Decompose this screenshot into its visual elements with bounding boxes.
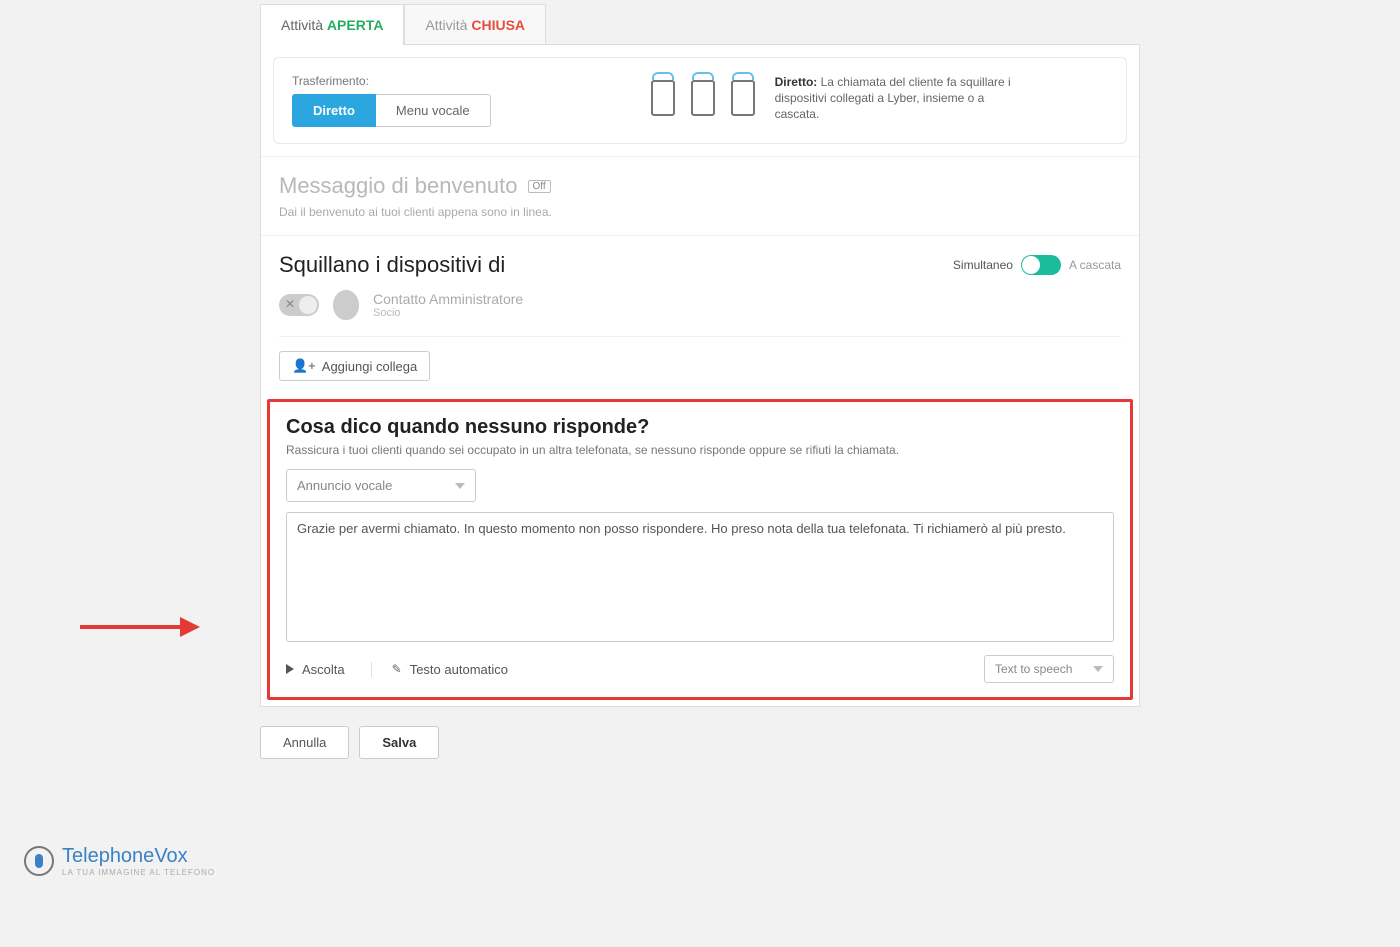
play-icon — [286, 664, 294, 674]
auto-text-label: Testo automatico — [410, 662, 508, 677]
brand-tagline: LA TUA IMMAGINE AL TELEFONO — [62, 868, 215, 877]
avatar-icon — [333, 290, 359, 320]
activity-tabs: Attività APERTA Attività CHIUSA — [260, 4, 1140, 45]
transfer-direct-button[interactable]: Diretto — [292, 94, 376, 127]
add-colleague-button[interactable]: 👤+ Aggiungi collega — [279, 351, 430, 381]
tab-open-prefix: Attività — [281, 17, 327, 33]
user-plus-icon: 👤+ — [292, 358, 316, 374]
ring-mode-switch[interactable] — [1021, 255, 1061, 275]
callout-arrow — [80, 620, 200, 634]
transfer-menu-button[interactable]: Menu vocale — [376, 94, 491, 127]
mode-cascade-label: A cascata — [1069, 258, 1121, 272]
no-answer-highlight-box: Cosa dico quando nessuno risponde? Rassi… — [267, 399, 1133, 700]
listen-button[interactable]: Ascolta — [286, 662, 345, 677]
ring-mode-toggle: Simultaneo A cascata — [953, 255, 1121, 275]
announcement-text-input[interactable] — [286, 512, 1114, 642]
brand-name-b: Vox — [154, 845, 187, 867]
tab-closed-prefix: Attività — [425, 17, 471, 33]
main-panel: Trasferimento: Diretto Menu vocale Diret… — [260, 44, 1140, 707]
transfer-label: Trasferimento: — [292, 74, 491, 88]
tab-open[interactable]: Attività APERTA — [260, 4, 404, 45]
phone-icon — [731, 80, 755, 116]
microphone-icon — [24, 846, 54, 876]
brand-logo: TelephoneVox LA TUA IMMAGINE AL TELEFONO — [24, 845, 215, 877]
welcome-off-badge[interactable]: Off — [528, 180, 551, 193]
welcome-subtitle: Dai il benvenuto ai tuoi clienti appena … — [279, 205, 1121, 219]
transfer-panel: Trasferimento: Diretto Menu vocale Diret… — [273, 57, 1127, 144]
no-answer-section: Cosa dico quando nessuno risponde? Rassi… — [270, 402, 1130, 697]
phones-icon — [651, 80, 755, 116]
phone-icon — [691, 80, 715, 116]
phone-icon — [651, 80, 675, 116]
contact-name: Contatto Amministratore — [373, 291, 523, 307]
transfer-segmented: Diretto Menu vocale — [292, 94, 491, 127]
footer-actions: Annulla Salva — [260, 726, 1140, 759]
contact-row: Contatto Amministratore Socio — [279, 278, 1121, 337]
mode-simultaneous-label: Simultaneo — [953, 258, 1013, 272]
welcome-section: Messaggio di benvenuto Off Dai il benven… — [261, 156, 1139, 235]
contact-toggle[interactable] — [279, 294, 319, 316]
chevron-down-icon — [455, 483, 465, 489]
tab-closed-status: CHIUSA — [471, 17, 525, 33]
welcome-title: Messaggio di benvenuto — [279, 173, 518, 199]
pencil-icon: ✎ — [392, 662, 402, 676]
add-colleague-label: Aggiungi collega — [322, 359, 417, 374]
cancel-button[interactable]: Annulla — [260, 726, 349, 759]
tab-closed[interactable]: Attività CHIUSA — [404, 4, 546, 45]
ring-section: Squillano i dispositivi di Simultaneo A … — [261, 235, 1139, 397]
tab-open-status: APERTA — [327, 17, 384, 33]
announcement-type-select[interactable]: Annuncio vocale — [286, 469, 476, 502]
auto-text-button[interactable]: ✎ Testo automatico — [371, 662, 508, 677]
no-answer-title: Cosa dico quando nessuno risponde? — [286, 416, 1114, 439]
chevron-down-icon — [1093, 666, 1103, 672]
listen-label: Ascolta — [302, 662, 345, 677]
tts-select-value: Text to speech — [995, 662, 1072, 676]
brand-name-a: Telephone — [62, 845, 154, 867]
transfer-desc-bold: Diretto: — [775, 75, 818, 89]
ring-title: Squillano i dispositivi di — [279, 252, 505, 278]
no-answer-subtitle: Rassicura i tuoi clienti quando sei occu… — [286, 443, 1114, 457]
contact-role: Socio — [373, 307, 523, 319]
save-button[interactable]: Salva — [359, 726, 439, 759]
announcement-type-value: Annuncio vocale — [297, 478, 392, 493]
transfer-description: Diretto: La chiamata del cliente fa squi… — [775, 74, 1025, 123]
tts-select[interactable]: Text to speech — [984, 655, 1114, 683]
